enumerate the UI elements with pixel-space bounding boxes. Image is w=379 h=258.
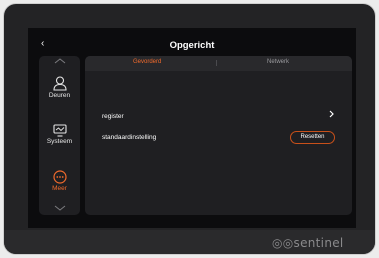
register-row[interactable]: register <box>102 113 124 120</box>
sidebar-item-label: Meer <box>52 185 67 192</box>
tab-divider <box>216 60 217 66</box>
reset-button[interactable]: Resetten <box>290 131 335 144</box>
sidebar-item-deuren[interactable]: Deuren <box>39 76 80 99</box>
tab-netwerk[interactable]: Netwerk <box>267 59 289 65</box>
tab-bar: Gevorderd Netwerk <box>85 56 352 71</box>
settings-panel: Gevorderd Netwerk register standaardinst… <box>85 56 352 215</box>
sidebar-item-meer[interactable]: Meer <box>39 170 80 192</box>
sidebar: Deuren Systeem Meer <box>39 56 80 215</box>
screen: ‹ Opgericht Deuren Systeem Meer Gevorder… <box>28 28 356 228</box>
reset-row-label: standaardinstelling <box>102 134 157 141</box>
monitor-icon <box>52 124 67 137</box>
sidebar-item-systeem[interactable]: Systeem <box>39 124 80 145</box>
user-icon <box>52 76 67 91</box>
chevron-right-icon[interactable] <box>329 110 334 120</box>
more-icon <box>52 170 67 184</box>
brand-logo: ◎◎sentinel <box>272 236 344 250</box>
chevron-down-icon[interactable] <box>39 205 80 213</box>
tab-gevorderd[interactable]: Gevorderd <box>133 59 161 65</box>
chevron-up-icon[interactable] <box>39 58 80 66</box>
page-title: Opgericht <box>169 40 215 51</box>
sidebar-item-label: Systeem <box>46 138 73 145</box>
sidebar-item-label: Deuren <box>48 92 71 99</box>
